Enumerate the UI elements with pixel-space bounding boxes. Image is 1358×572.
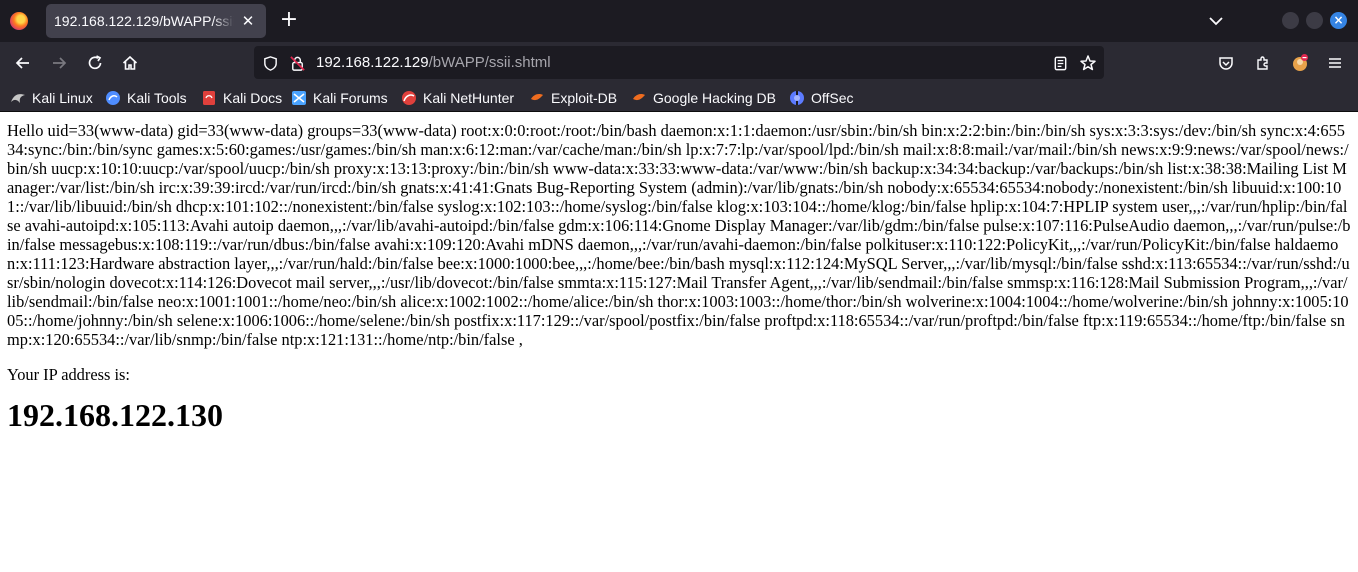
back-arrow-icon[interactable] [13,53,33,73]
ssi-command-output: Hello uid=33(www-data) gid=33(www-data) … [7,121,1351,349]
bookmark-label: Kali Linux [32,90,93,106]
bookmark-label: Google Hacking DB [653,90,776,106]
exploit-db-icon [529,90,545,106]
bookmark-label: Kali Forums [313,90,388,106]
url-text[interactable]: 192.168.122.129/bWAPP/ssii.shtml [316,54,551,71]
bookmark-kali-forums[interactable]: Kali Forums [291,89,388,107]
bookmark-kali-nethunter[interactable]: Kali NetHunter [401,89,514,107]
bookmark-kali-tools[interactable]: Kali Tools [105,89,187,107]
pocket-icon[interactable] [1216,53,1236,73]
url-host: 192.168.122.129 [316,54,429,71]
window-minimize-button[interactable] [1282,12,1299,29]
ip-address-value: 192.168.122.130 [7,397,223,433]
bookmarks-toolbar: Kali Linux Kali Tools Kali Docs Kali For… [0,84,1358,112]
firefox-logo-icon[interactable] [10,12,28,30]
window-maximize-button[interactable] [1306,12,1323,29]
kali-docs-icon [201,90,217,106]
bookmark-label: Kali Docs [223,90,283,106]
url-path: /bWAPP/ssii.shtml [428,54,551,71]
forward-arrow-icon[interactable] [49,53,69,73]
bookmark-label: OffSec [811,90,854,106]
kali-tools-icon [105,90,121,106]
hamburger-menu-icon[interactable] [1325,53,1345,73]
insecure-lock-icon[interactable] [287,53,307,73]
extensions-icon[interactable] [1253,53,1273,73]
kali-dragon-icon [10,90,26,106]
reader-view-icon[interactable] [1050,53,1070,73]
new-tab-button[interactable]: + [278,9,300,31]
offsec-icon [789,90,805,106]
shield-icon[interactable] [260,53,280,73]
bookmark-kali-linux[interactable]: Kali Linux [10,89,93,107]
bookmark-google-hacking-db[interactable]: Google Hacking DB [631,89,776,107]
home-icon[interactable] [120,53,140,73]
close-tab-icon[interactable]: ✕ [238,11,258,31]
bookmark-exploit-db[interactable]: Exploit-DB [529,89,617,107]
nethunter-icon [401,90,417,106]
ip-address-label: Your IP address is: [7,365,130,384]
navigation-toolbar: 192.168.122.129/bWAPP/ssii.shtml [0,42,1358,84]
account-icon[interactable] [1290,53,1310,73]
bookmark-label: Kali Tools [127,90,187,106]
bookmark-star-icon[interactable] [1078,53,1098,73]
tab-strip: 192.168.122.129/bWAPP/ssii.shtml ✕ + × [0,0,1358,42]
window-close-button[interactable]: × [1330,12,1347,29]
active-tab[interactable]: 192.168.122.129/bWAPP/ssii.shtml ✕ [46,4,266,38]
reload-icon[interactable] [85,53,105,73]
page-content: Hello uid=33(www-data) gid=33(www-data) … [0,113,1358,572]
bookmark-label: Kali NetHunter [423,90,515,106]
ghdb-icon [631,90,647,106]
bookmark-offsec[interactable]: OffSec [789,89,854,107]
chevron-down-icon[interactable] [1206,11,1226,31]
bookmark-label: Exploit-DB [551,90,618,106]
bookmark-kali-docs[interactable]: Kali Docs [201,89,282,107]
address-bar[interactable]: 192.168.122.129/bWAPP/ssii.shtml [254,46,1104,79]
tab-title: 192.168.122.129/bWAPP/ssii.shtml [54,13,234,29]
kali-forums-icon [291,90,307,106]
